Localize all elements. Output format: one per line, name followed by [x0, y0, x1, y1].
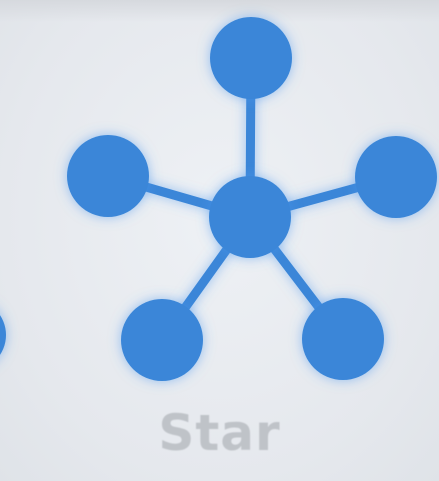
hub-node-icon — [209, 176, 291, 258]
satellite-node-bottom-right-icon — [302, 298, 384, 380]
satellite-node-bottom-left-icon — [121, 299, 203, 381]
satellite-node-top-icon — [210, 17, 292, 99]
satellite-node-left-icon — [67, 135, 149, 217]
star-topology-card: Star — [0, 0, 439, 481]
topology-label: Star — [158, 404, 281, 462]
satellite-node-right-icon — [355, 136, 437, 218]
partial-node-left-edge — [0, 315, 6, 355]
